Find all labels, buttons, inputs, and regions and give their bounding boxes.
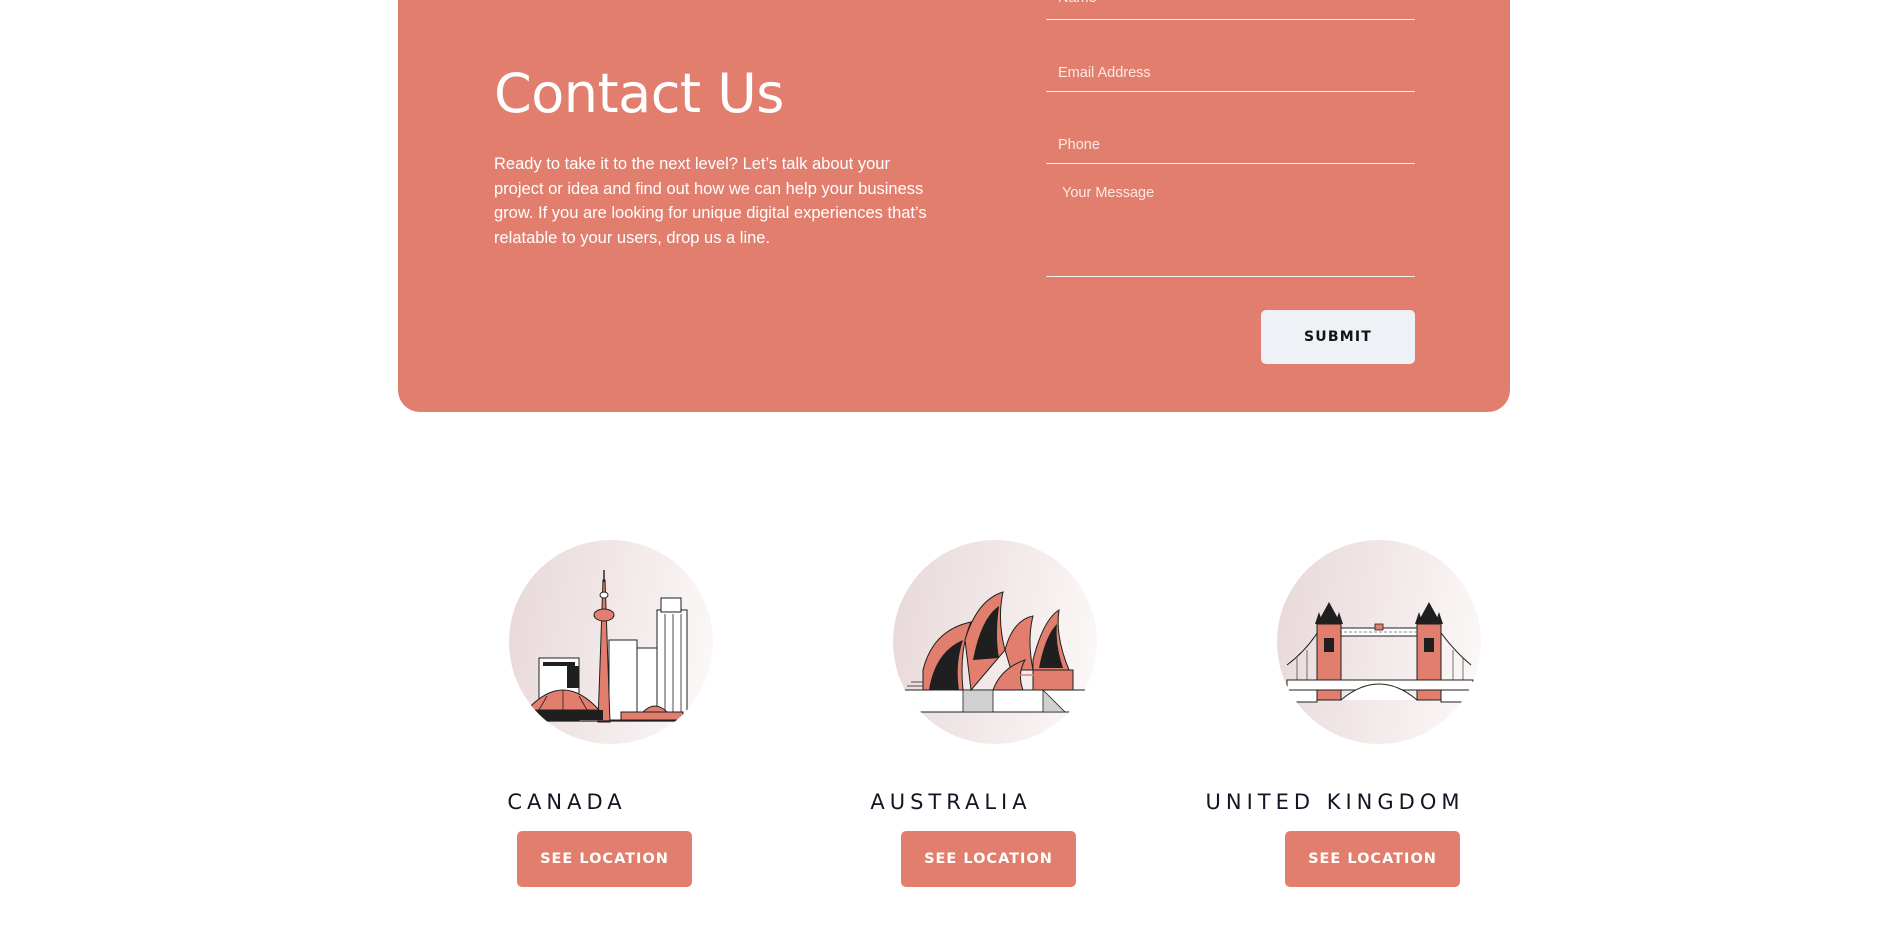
see-location-button[interactable]: SEE LOCATION xyxy=(901,831,1076,887)
submit-button[interactable]: SUBMIT xyxy=(1261,310,1415,364)
locations-section: CANADA SEE LOCATION AUSTRALIA SEE LOCATI… xyxy=(0,540,1898,900)
location-name: AUSTRALIA xyxy=(870,790,1032,814)
see-location-button[interactable]: SEE LOCATION xyxy=(1285,831,1460,887)
name-field xyxy=(1046,0,1415,20)
contact-section: Contact Us Ready to take it to the next … xyxy=(398,0,1510,412)
phone-input[interactable] xyxy=(1046,135,1415,155)
email-input[interactable] xyxy=(1046,63,1415,83)
name-input[interactable] xyxy=(1046,0,1415,18)
message-input[interactable] xyxy=(1046,185,1415,245)
message-field xyxy=(1046,164,1415,277)
email-field xyxy=(1046,20,1415,92)
location-australia: AUSTRALIA SEE LOCATION xyxy=(791,540,1111,900)
sydney-opera-house-icon xyxy=(893,540,1097,744)
tower-bridge-icon xyxy=(1277,540,1481,744)
location-name: UNITED KINGDOM xyxy=(1205,790,1465,814)
contact-title: Contact Us xyxy=(494,62,784,125)
location-canada: CANADA SEE LOCATION xyxy=(407,540,727,900)
contact-description: Ready to take it to the next level? Let’… xyxy=(494,155,927,247)
see-location-button[interactable]: SEE LOCATION xyxy=(517,831,692,887)
toronto-skyline-icon xyxy=(509,540,713,744)
location-united-kingdom: UNITED KINGDOM SEE LOCATION xyxy=(1175,540,1495,900)
location-name: CANADA xyxy=(507,790,627,814)
phone-field xyxy=(1046,92,1415,164)
